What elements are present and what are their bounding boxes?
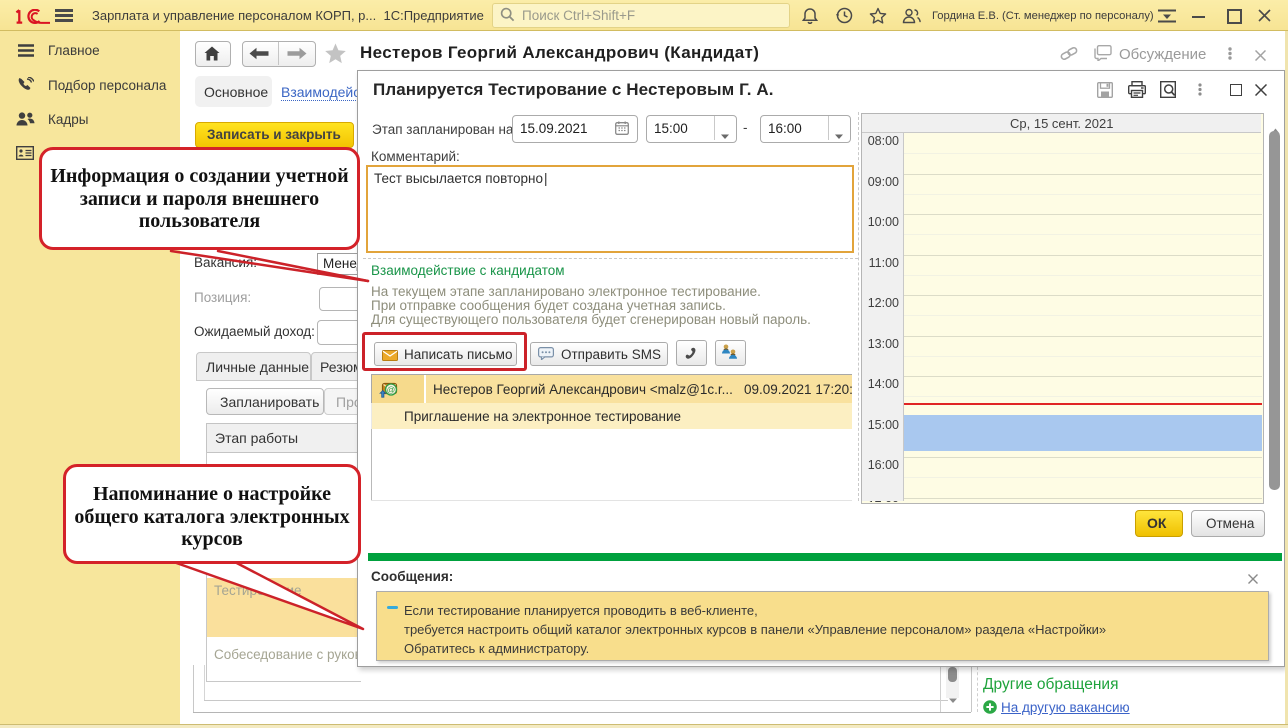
svg-text:@: @ <box>387 385 396 395</box>
